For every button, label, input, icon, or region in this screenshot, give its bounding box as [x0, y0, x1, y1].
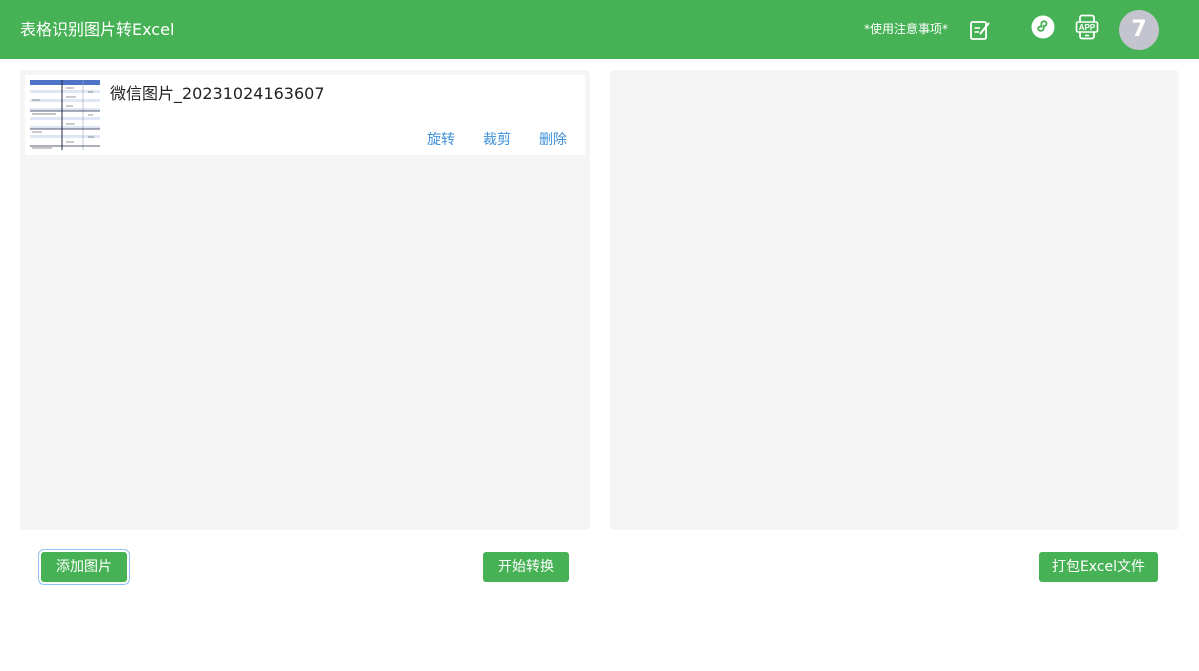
app-icon-label: APP	[1079, 23, 1096, 32]
image-list-panel: 微信图片_20231024163607 旋转 裁剪 删除	[20, 70, 590, 530]
rotate-link[interactable]: 旋转	[427, 131, 455, 149]
delete-link[interactable]: 删除	[539, 131, 567, 149]
file-list-item: 微信图片_20231024163607 旋转 裁剪 删除	[25, 75, 585, 155]
user-avatar[interactable]: 7	[1119, 10, 1159, 50]
usage-notice-link[interactable]: *使用注意事项*	[864, 21, 948, 37]
crop-link[interactable]: 裁剪	[483, 131, 511, 149]
file-name: 微信图片_20231024163607	[110, 84, 325, 103]
app-download-icon[interactable]: APP	[1075, 14, 1099, 40]
file-thumbnail[interactable]	[30, 80, 100, 150]
add-image-button[interactable]: 添加图片	[41, 552, 127, 582]
start-convert-button[interactable]: 开始转换	[483, 552, 569, 582]
edit-note-icon[interactable]	[968, 18, 992, 42]
mini-program-icon[interactable]	[1031, 15, 1055, 39]
app-title: 表格识别图片转Excel	[20, 20, 175, 39]
top-header-bar: 表格识别图片转Excel *使用注意事项* APP 7	[0, 0, 1199, 59]
result-preview-panel	[610, 70, 1179, 530]
pack-excel-button[interactable]: 打包Excel文件	[1039, 552, 1158, 582]
